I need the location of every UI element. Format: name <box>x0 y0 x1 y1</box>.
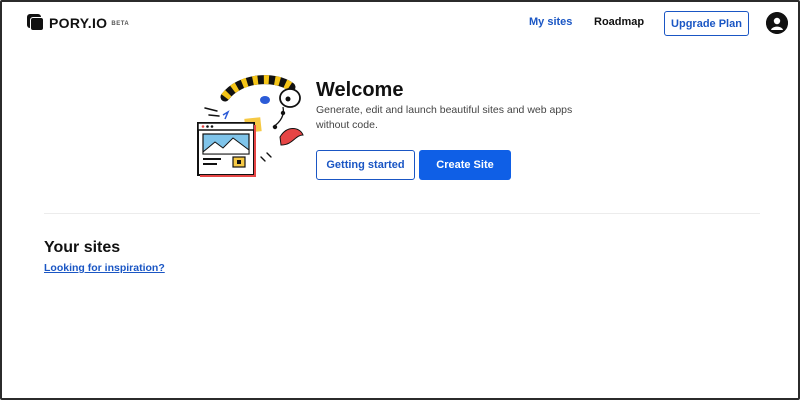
welcome-title: Welcome <box>316 79 404 101</box>
create-site-button[interactable]: Create Site <box>419 150 511 180</box>
beta-badge: BETA <box>111 21 130 27</box>
logo[interactable]: PORY.IO BETA <box>27 14 129 31</box>
browser-doodle-illustration <box>195 75 307 181</box>
upgrade-plan-button[interactable]: Upgrade Plan <box>664 11 749 36</box>
welcome-description: Generate, edit and launch beautiful site… <box>316 104 573 131</box>
your-sites-heading: Your sites <box>44 239 121 256</box>
logo-mark-icon <box>27 14 44 31</box>
nav-my-sites[interactable]: My sites <box>529 16 572 28</box>
app-window: PORY.IO BETA My sites Roadmap Upgrade Pl… <box>0 0 800 400</box>
nav-roadmap[interactable]: Roadmap <box>594 16 644 28</box>
user-avatar-icon[interactable] <box>766 12 788 34</box>
logo-text: PORY.IO <box>49 14 108 31</box>
getting-started-button[interactable]: Getting started <box>316 150 415 180</box>
inspiration-link[interactable]: Looking for inspiration? <box>44 262 165 274</box>
section-divider <box>44 213 760 214</box>
